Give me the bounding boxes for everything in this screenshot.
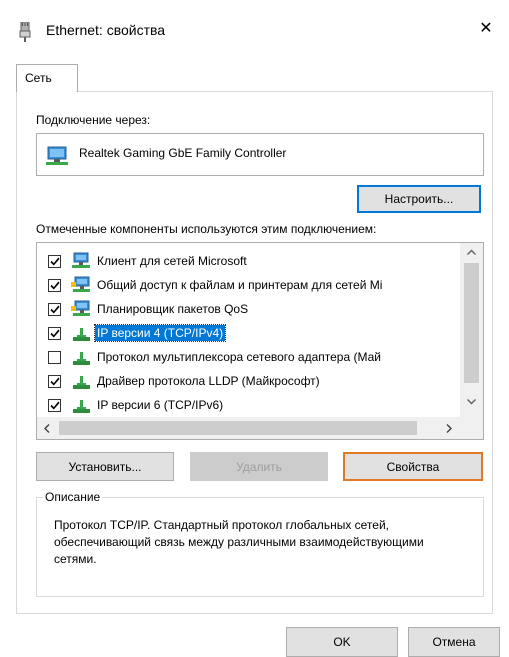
protocol-icon (71, 372, 91, 390)
scroll-up-icon[interactable] (460, 243, 483, 261)
list-item-label: Протокол мультиплексора сетевого адаптер… (97, 350, 381, 364)
properties-button[interactable]: Свойства (343, 452, 483, 481)
tab-network[interactable]: Сеть (16, 64, 78, 92)
protocol-icon (71, 396, 91, 414)
scroll-down-icon[interactable] (460, 393, 483, 411)
description-text: Протокол TCP/IP. Стандартный протокол гл… (54, 518, 424, 566)
scroll-left-icon[interactable] (37, 417, 57, 439)
checkbox-checked[interactable] (48, 398, 61, 412)
scrollbar-corner (460, 417, 483, 439)
vertical-scroll-thumb[interactable] (464, 263, 479, 383)
adapter-name: Realtek Gaming GbE Family Controller (79, 146, 287, 160)
list-item-label: Драйвер протокола LLDP (Майкрософт) (97, 374, 320, 388)
list-item-label: Клиент для сетей Microsoft (97, 254, 247, 268)
list-item[interactable]: Общий доступ к файлам и принтерам для се… (37, 273, 461, 297)
check-icon (49, 329, 60, 337)
list-item-label: Планировщик пакетов QoS (97, 302, 249, 316)
remove-button: Удалить (190, 452, 328, 481)
components-label: Отмеченные компоненты используются этим … (36, 222, 377, 236)
horizontal-scrollbar[interactable] (37, 417, 461, 439)
list-item[interactable]: IP версии 4 (TCP/IPv4) (37, 321, 461, 345)
list-item[interactable]: Планировщик пакетов QoS (37, 297, 461, 321)
components-list: Клиент для сетей Microsoft Общий доступ к… (36, 242, 484, 440)
checkbox-checked[interactable] (48, 254, 61, 268)
network-client-icon (71, 252, 91, 270)
description-legend: Описание (43, 490, 103, 504)
list-item[interactable]: Драйвер протокола LLDP (Майкрософт) (37, 369, 461, 393)
install-button[interactable]: Установить... (36, 452, 174, 481)
checkbox-checked[interactable] (48, 374, 61, 388)
ethernet-icon (19, 22, 31, 42)
check-icon (49, 401, 60, 409)
checkbox-unchecked[interactable] (48, 350, 61, 364)
network-service-icon (71, 300, 91, 318)
list-item-label: Общий доступ к файлам и принтерам для се… (97, 278, 383, 292)
close-icon: ✕ (479, 20, 493, 37)
configure-button[interactable]: Настроить... (357, 185, 481, 213)
checkbox-checked[interactable] (48, 302, 61, 316)
network-adapter-icon (46, 146, 68, 165)
connect-using-label: Подключение через: (36, 113, 151, 127)
title-bar: Ethernet: свойства ✕ (0, 0, 509, 48)
cancel-button[interactable]: Отмена (408, 627, 500, 657)
checkbox-checked[interactable] (48, 278, 61, 292)
list-item[interactable]: Клиент для сетей Microsoft (37, 249, 461, 273)
list-item-label: IP версии 4 (TCP/IPv4) (93, 324, 227, 342)
list-item[interactable]: IP версии 6 (TCP/IPv6) (37, 393, 461, 417)
vertical-scrollbar[interactable] (460, 243, 483, 418)
checkbox-checked[interactable] (48, 326, 61, 340)
adapter-box: Realtek Gaming GbE Family Controller (36, 133, 484, 176)
window-title: Ethernet: свойства (46, 22, 166, 38)
list-item[interactable]: Протокол мультиплексора сетевого адаптер… (37, 345, 461, 369)
ok-button[interactable]: OK (286, 627, 398, 657)
check-icon (49, 281, 60, 289)
protocol-icon (71, 324, 91, 342)
network-service-icon (71, 276, 91, 294)
check-icon (49, 305, 60, 313)
scroll-right-icon[interactable] (439, 417, 459, 439)
protocol-icon (71, 348, 91, 366)
close-button[interactable]: ✕ (463, 8, 509, 48)
check-icon (49, 377, 60, 385)
horizontal-scroll-thumb[interactable] (59, 421, 417, 435)
list-item-label: IP версии 6 (TCP/IPv6) (97, 398, 224, 412)
check-icon (49, 257, 60, 265)
